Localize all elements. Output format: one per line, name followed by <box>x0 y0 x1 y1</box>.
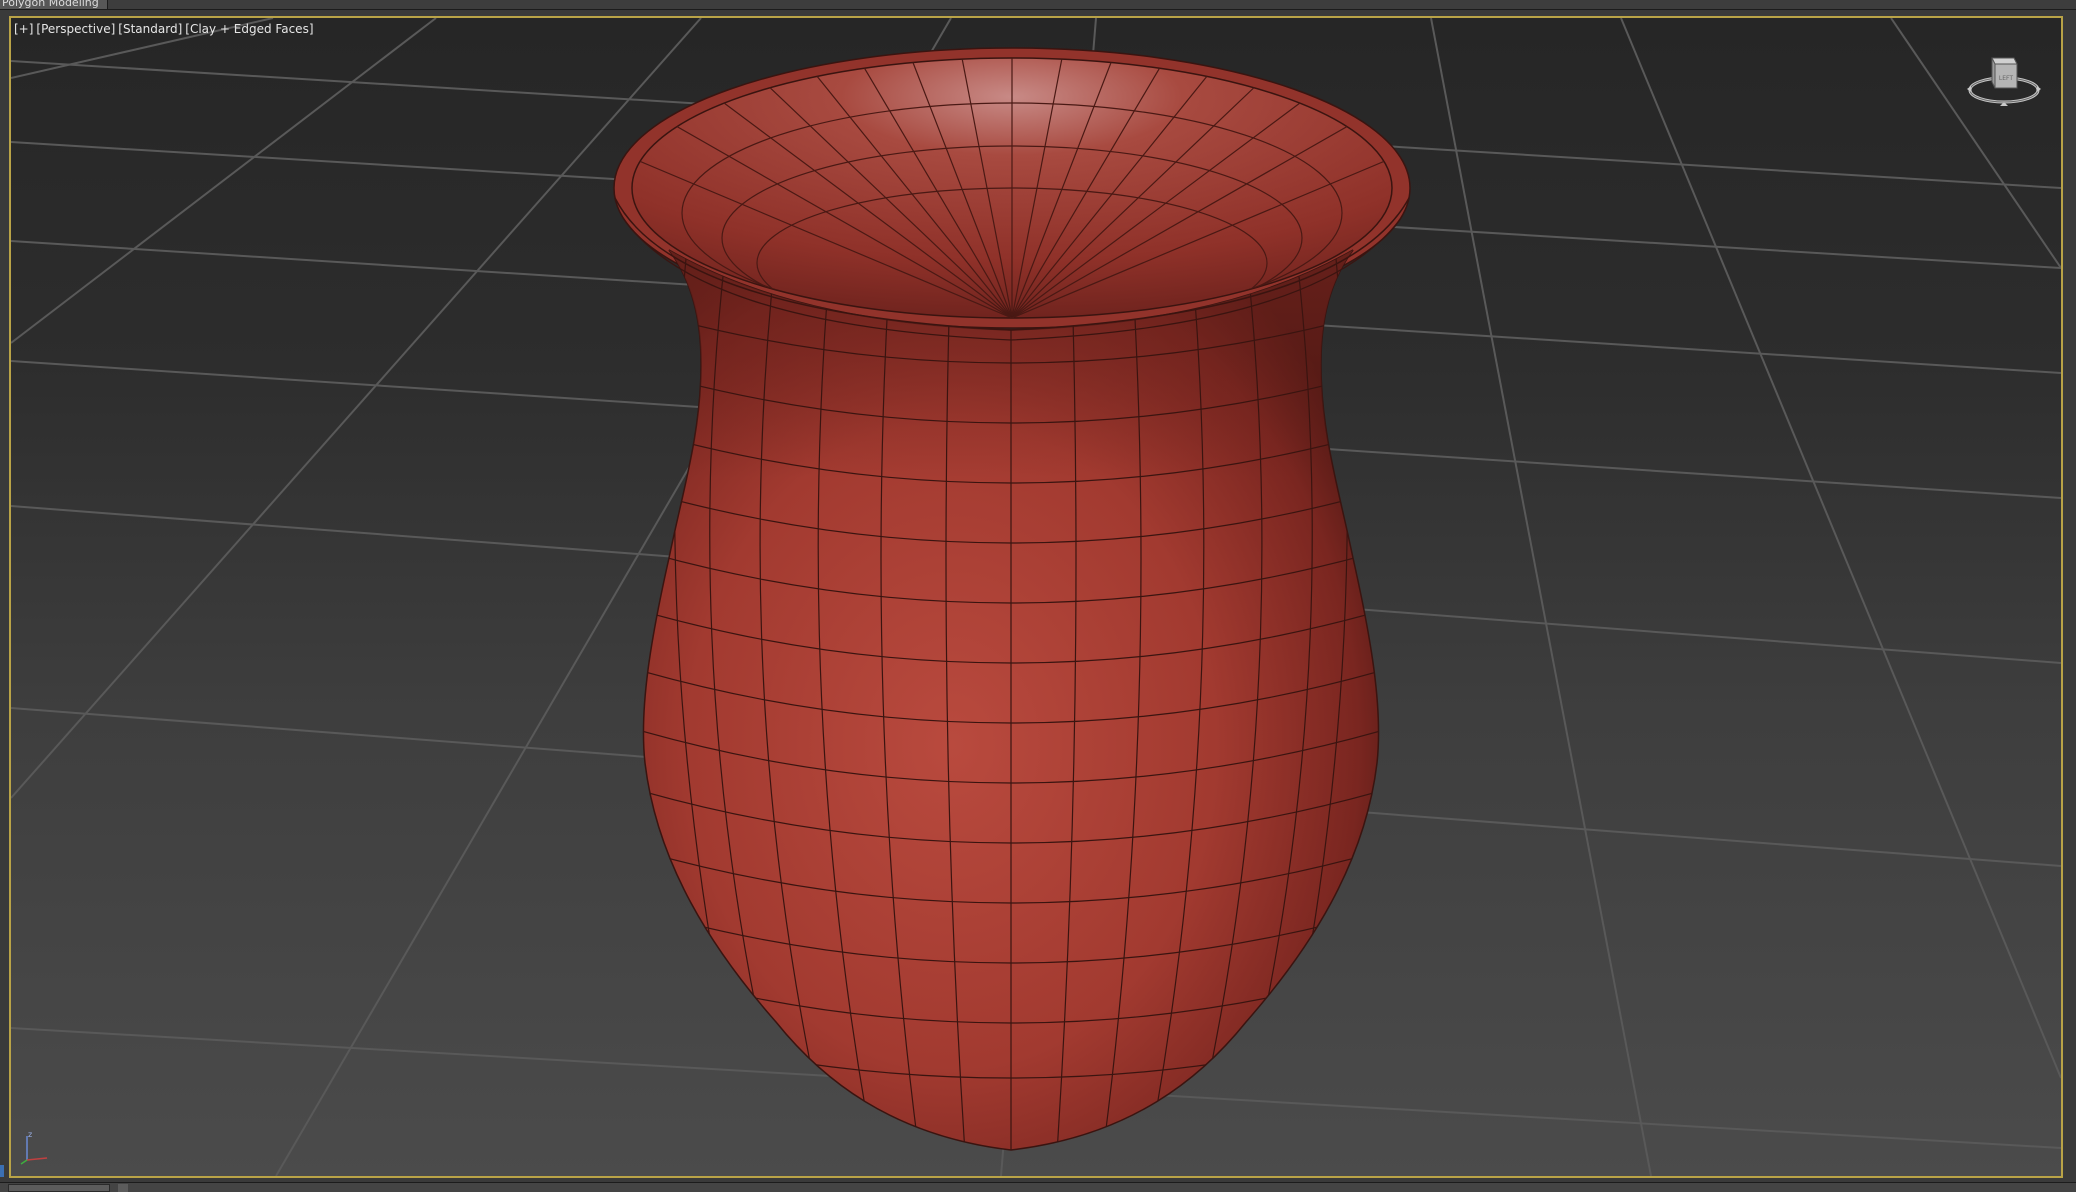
ribbon-strip: Polygon Modeling <box>0 0 2076 10</box>
viewport-menu-plus[interactable]: [+] <box>14 22 33 36</box>
axis-tripod-icon: z <box>17 1128 57 1168</box>
3ds-max-window: Polygon Modeling [+] [Perspective] [Stan… <box>0 0 2076 1192</box>
viewport-menu-shading[interactable]: [Clay + Edged Faces] <box>185 22 313 36</box>
perspective-viewport[interactable]: [+] [Perspective] [Standard] [Clay + Edged … <box>9 16 2063 1178</box>
viewport-label[interactable]: [+] [Perspective] [Standard] [Clay + Edged … <box>14 22 317 36</box>
time-slider-thumb[interactable] <box>8 1184 110 1192</box>
viewcube-icon[interactable]: LEFT <box>1959 46 2049 116</box>
viewport-menu-standard[interactable]: [Standard] <box>118 22 182 36</box>
selection-marker <box>0 1165 4 1177</box>
viewport-menu-point-of-view[interactable]: [Perspective] <box>36 22 115 36</box>
axis-z-label: z <box>28 1130 32 1139</box>
time-slider-bar[interactable] <box>0 1182 2076 1192</box>
time-slider-next-button[interactable] <box>118 1184 128 1192</box>
viewport-scene <box>11 18 2061 1176</box>
viewcube-face-label: LEFT <box>1999 75 2013 82</box>
vase-mesh[interactable] <box>611 47 1431 1168</box>
ribbon-tab-polygon-modeling[interactable]: Polygon Modeling <box>0 0 108 9</box>
